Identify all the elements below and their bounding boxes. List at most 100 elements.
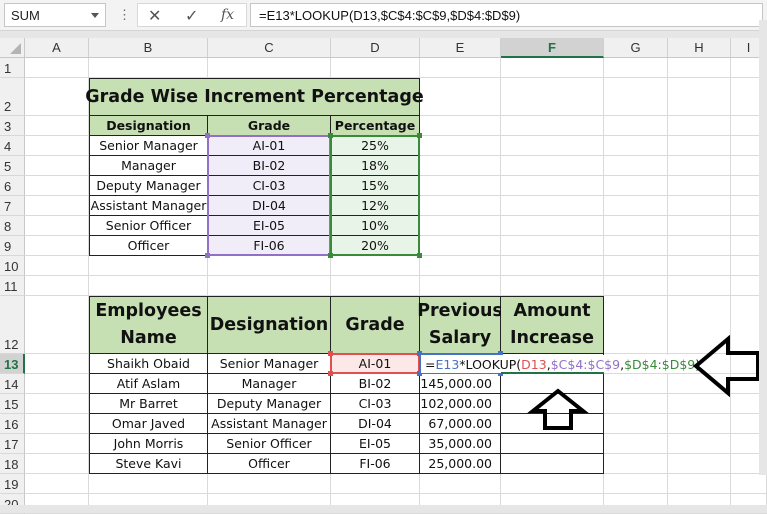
row-header-16[interactable]: 16 xyxy=(0,414,25,434)
row-header-14[interactable]: 14 xyxy=(0,374,25,394)
row-header-5[interactable]: 5 xyxy=(0,156,25,176)
range-resize-handle[interactable] xyxy=(417,133,422,138)
row-header-4[interactable]: 4 xyxy=(0,136,25,156)
employee-cell[interactable]: AI-01 xyxy=(331,354,420,374)
active-cell-f13-editor[interactable]: = E13 *LOOKUP(D13, $C$4:$C$9, $D$4:$D$9) xyxy=(421,355,700,373)
column-header-g[interactable]: G xyxy=(604,38,668,58)
row-header-3[interactable]: 3 xyxy=(0,116,25,136)
employee-cell[interactable]: EI-05 xyxy=(331,434,420,454)
row-header-13[interactable]: 13 xyxy=(0,354,25,374)
employee-cell[interactable]: CI-03 xyxy=(331,394,420,414)
lookup-cell[interactable]: 15% xyxy=(331,176,420,196)
chevron-down-icon[interactable] xyxy=(91,13,99,18)
lookup-cell[interactable]: Senior Manager xyxy=(89,136,208,156)
employee-cell[interactable] xyxy=(501,434,604,454)
employee-header-1[interactable]: Employees Name xyxy=(89,296,208,354)
formula-token: $D$4:$D$9 xyxy=(624,356,696,372)
row-header-19[interactable]: 19 xyxy=(0,474,25,494)
range-resize-handle[interactable] xyxy=(328,133,333,138)
lookup-cell[interactable]: BI-02 xyxy=(208,156,331,176)
employee-cell[interactable]: 102,000.00 xyxy=(420,394,501,414)
column-header-f[interactable]: F xyxy=(501,38,604,58)
lookup-cell[interactable]: 25% xyxy=(331,136,420,156)
row-header-1[interactable]: 1 xyxy=(0,58,25,78)
lookup-cell[interactable]: CI-03 xyxy=(208,176,331,196)
employee-cell[interactable]: 35,000.00 xyxy=(420,434,501,454)
lookup-cell[interactable]: 18% xyxy=(331,156,420,176)
select-all-button[interactable] xyxy=(0,38,25,58)
gridline xyxy=(667,58,668,513)
range-resize-handle[interactable] xyxy=(328,351,333,356)
employee-header-3[interactable]: Grade xyxy=(331,296,420,354)
lookup-cell[interactable]: Deputy Manager xyxy=(89,176,208,196)
vertical-scrollbar[interactable] xyxy=(759,20,767,475)
lookup-cell[interactable]: Assistant Manager xyxy=(89,196,208,216)
employee-cell[interactable]: 25,000.00 xyxy=(420,454,501,474)
enter-icon[interactable]: ✓ xyxy=(185,6,198,26)
employee-cell[interactable]: 67,000.00 xyxy=(420,414,501,434)
employee-cell[interactable]: 145,000.00 xyxy=(420,374,501,394)
lookup-cell[interactable]: FI-06 xyxy=(208,236,331,256)
lookup-cell[interactable]: Senior Officer xyxy=(89,216,208,236)
employee-name-cell[interactable]: Mr Barret xyxy=(89,394,208,414)
employee-header-4[interactable]: Previous Salary xyxy=(417,296,503,354)
employee-cell[interactable]: BI-02 xyxy=(331,374,420,394)
row-header-10[interactable]: 10 xyxy=(0,256,25,276)
insert-function-icon[interactable]: fx xyxy=(221,7,234,23)
range-resize-handle[interactable] xyxy=(417,253,422,258)
row-header-17[interactable]: 17 xyxy=(0,434,25,454)
employee-name-cell[interactable]: John Morris xyxy=(89,434,208,454)
employee-cell[interactable]: Deputy Manager xyxy=(208,394,331,414)
lookup-cell[interactable]: 20% xyxy=(331,236,420,256)
employee-cell[interactable]: Manager xyxy=(208,374,331,394)
employee-cell[interactable]: FI-06 xyxy=(331,454,420,474)
column-header-a[interactable]: A xyxy=(25,38,89,58)
employee-cell[interactable]: Senior Officer xyxy=(208,434,331,454)
lookup-cell[interactable]: 12% xyxy=(331,196,420,216)
range-resize-handle[interactable] xyxy=(328,253,333,258)
range-resize-handle[interactable] xyxy=(205,133,210,138)
row-header-6[interactable]: 6 xyxy=(0,176,25,196)
employee-cell[interactable]: DI-04 xyxy=(331,414,420,434)
column-header-d[interactable]: D xyxy=(331,38,420,58)
cancel-icon[interactable]: ✕ xyxy=(148,6,161,26)
employee-cell[interactable]: Officer xyxy=(208,454,331,474)
lookup-header-designation[interactable]: Designation xyxy=(89,116,208,136)
lookup-cell[interactable]: AI-01 xyxy=(208,136,331,156)
employee-header-2[interactable]: Designation xyxy=(208,296,331,354)
row-header-18[interactable]: 18 xyxy=(0,454,25,474)
lookup-cell[interactable]: EI-05 xyxy=(208,216,331,236)
name-box[interactable]: SUM xyxy=(4,3,106,27)
more-options-icon[interactable]: ⋮ xyxy=(118,7,131,23)
row-header-15[interactable]: 15 xyxy=(0,394,25,414)
row-header-11[interactable]: 11 xyxy=(0,276,25,296)
employee-name-cell[interactable]: Atif Aslam xyxy=(89,374,208,394)
lookup-cell[interactable]: 10% xyxy=(331,216,420,236)
employee-cell[interactable]: Senior Manager xyxy=(208,354,331,374)
row-header-7[interactable]: 7 xyxy=(0,196,25,216)
row-header-8[interactable]: 8 xyxy=(0,216,25,236)
lookup-cell[interactable]: DI-04 xyxy=(208,196,331,216)
row-header-12[interactable]: 12 xyxy=(0,296,25,354)
column-header-b[interactable]: B xyxy=(89,38,208,58)
lookup-header-grade[interactable]: Grade xyxy=(208,116,331,136)
employee-header-5[interactable]: Amount Increase xyxy=(501,296,604,354)
employee-name-cell[interactable]: Steve Kavi xyxy=(89,454,208,474)
formula-input[interactable]: =E13*LOOKUP(D13,$C$4:$C$9,$D$4:$D$9) xyxy=(250,3,763,27)
column-header-c[interactable]: C xyxy=(208,38,331,58)
column-header-h[interactable]: H xyxy=(668,38,731,58)
row-header-2[interactable]: 2 xyxy=(0,78,25,116)
range-resize-handle[interactable] xyxy=(328,371,333,376)
spreadsheet-grid[interactable]: ABCDEFGHI1234567891011121314151617181920… xyxy=(0,38,767,514)
employee-cell[interactable]: Assistant Manager xyxy=(208,414,331,434)
lookup-cell[interactable]: Manager xyxy=(89,156,208,176)
row-header-9[interactable]: 9 xyxy=(0,236,25,256)
column-header-e[interactable]: E xyxy=(420,38,501,58)
employee-name-cell[interactable]: Omar Javed xyxy=(89,414,208,434)
employee-name-cell[interactable]: Shaikh Obaid xyxy=(89,354,208,374)
employee-cell[interactable] xyxy=(501,454,604,474)
lookup-header-percentage[interactable]: Percentage xyxy=(331,116,420,136)
range-resize-handle[interactable] xyxy=(205,253,210,258)
lookup-cell[interactable]: Officer xyxy=(89,236,208,256)
lookup-table-title[interactable]: Grade Wise Increment Percentage xyxy=(85,78,424,116)
